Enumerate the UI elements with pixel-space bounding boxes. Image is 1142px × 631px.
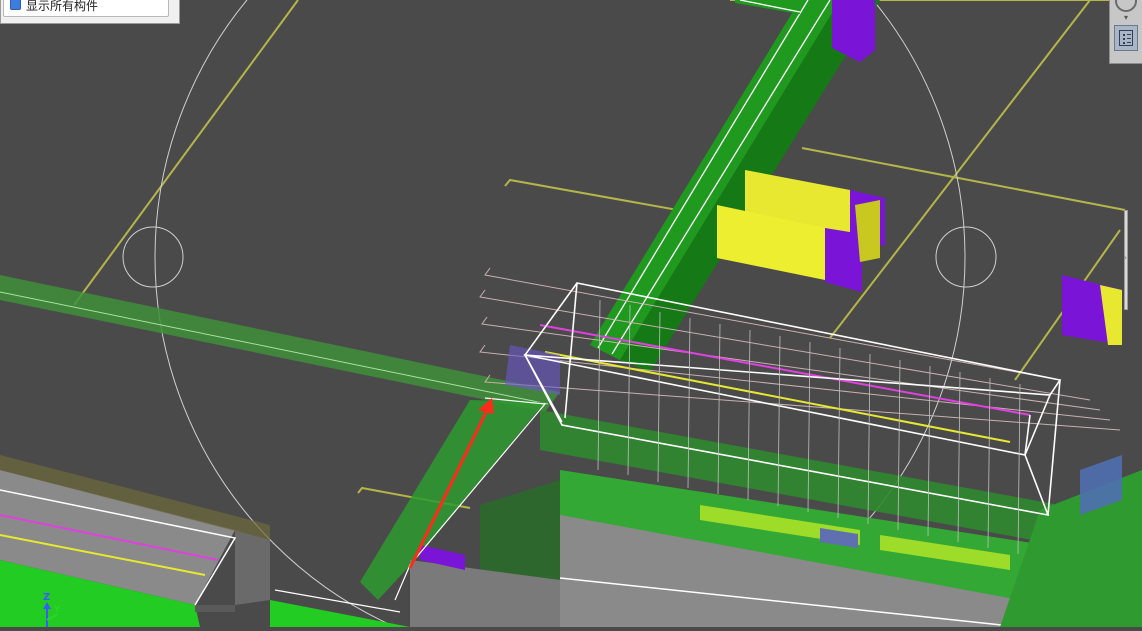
show-all-checkbox[interactable] <box>10 0 21 10</box>
axis-y-label: Y <box>54 605 61 615</box>
axis-triad: Z Y <box>36 592 66 627</box>
scroll-arrow-icon[interactable]: › <box>1124 253 1127 262</box>
axis-z-label: Z <box>43 592 51 603</box>
chevron-down-icon: ▾ <box>1123 13 1128 22</box>
view-layout-button[interactable] <box>1114 25 1138 51</box>
orbit-circle-icon <box>1115 0 1137 12</box>
view-grid-icon <box>1119 30 1133 46</box>
view-toolbar: ▾ <box>1109 0 1142 64</box>
axis-triad-icon <box>43 602 59 627</box>
layer-toggle-row[interactable]: 显示所有构件 <box>3 0 169 17</box>
show-all-label: 显示所有构件 <box>26 0 99 13</box>
orbit-button[interactable]: ▾ <box>1114 0 1138 22</box>
layer-visibility-panel: 显示所有构件 <box>0 0 180 24</box>
3d-model-viewport[interactable] <box>0 0 1142 627</box>
